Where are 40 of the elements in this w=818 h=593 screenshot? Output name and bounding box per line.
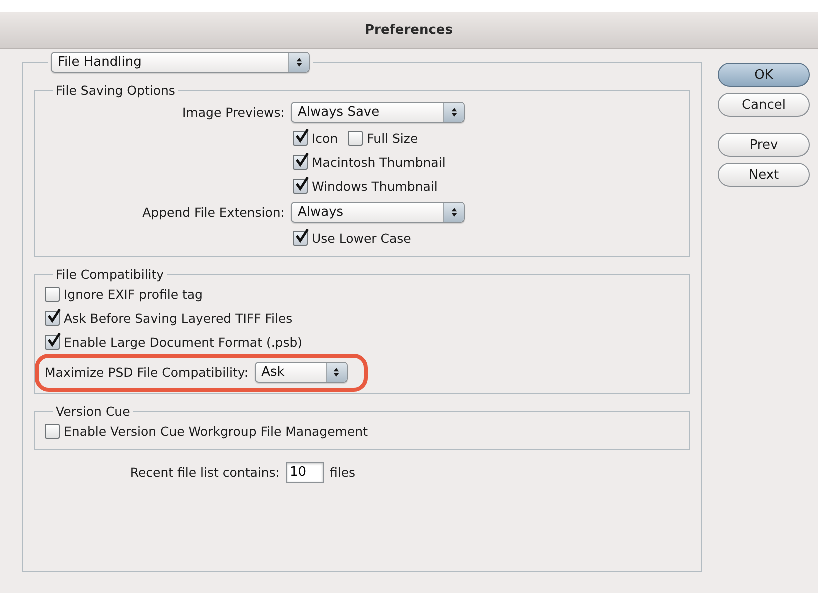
checkbox[interactable]	[45, 334, 60, 350]
field-label: Recent file list contains:	[129, 465, 281, 480]
button[interactable]: Prev	[718, 133, 810, 157]
checkbox[interactable]	[293, 130, 308, 146]
checkbox[interactable]	[348, 130, 364, 146]
checkbox-label[interactable]: Icon	[312, 130, 338, 146]
up-down-arrows-icon	[450, 106, 458, 118]
checkbox[interactable]	[293, 178, 308, 194]
checkbox-label[interactable]: Ask Before Saving Layered TIFF Files	[64, 310, 293, 326]
number-field[interactable]: 10	[286, 462, 324, 483]
dropdown[interactable]: Always	[291, 202, 465, 222]
up-down-arrows-icon	[296, 57, 302, 68]
group-title: File Saving Options	[55, 83, 176, 98]
field-label: Maximize PSD File Compatibility:	[45, 364, 249, 380]
checkbox-label[interactable]: Full Size	[367, 130, 418, 146]
button[interactable]: Next	[718, 163, 810, 187]
field-label: Image Previews:	[181, 104, 286, 120]
ok-button[interactable]: OK	[718, 63, 810, 87]
checkbox-label[interactable]: Windows Thumbnail	[312, 178, 438, 194]
checkbox[interactable]	[45, 286, 60, 302]
up-down-arrows-icon	[333, 366, 340, 378]
checkbox-label[interactable]: Use Lower Case	[312, 230, 412, 246]
group-title: Version Cue	[55, 404, 132, 419]
checkbox[interactable]	[45, 310, 60, 326]
window-title: Preferences	[365, 22, 453, 38]
field-label: Append File Extension:	[142, 204, 286, 220]
checkbox-label[interactable]: Macintosh Thumbnail	[312, 154, 446, 170]
up-down-arrows-icon	[450, 206, 458, 218]
checkbox-label[interactable]: Enable Large Document Format (.psb)	[64, 334, 303, 350]
dropdown[interactable]: File Handling	[51, 52, 310, 73]
unit-label: files	[330, 465, 356, 480]
checkbox-label[interactable]: Enable Version Cue Workgroup File Management	[64, 424, 368, 438]
button[interactable]: Cancel	[718, 93, 810, 117]
checkbox[interactable]	[293, 230, 308, 246]
checkbox[interactable]	[45, 424, 60, 438]
group-title: File Compatibility	[55, 267, 166, 282]
dropdown[interactable]: Ask	[254, 362, 348, 382]
dropdown[interactable]: Always Save	[291, 102, 465, 122]
checkbox-label[interactable]: Ignore EXIF profile tag	[64, 286, 203, 302]
checkbox[interactable]	[293, 154, 308, 170]
